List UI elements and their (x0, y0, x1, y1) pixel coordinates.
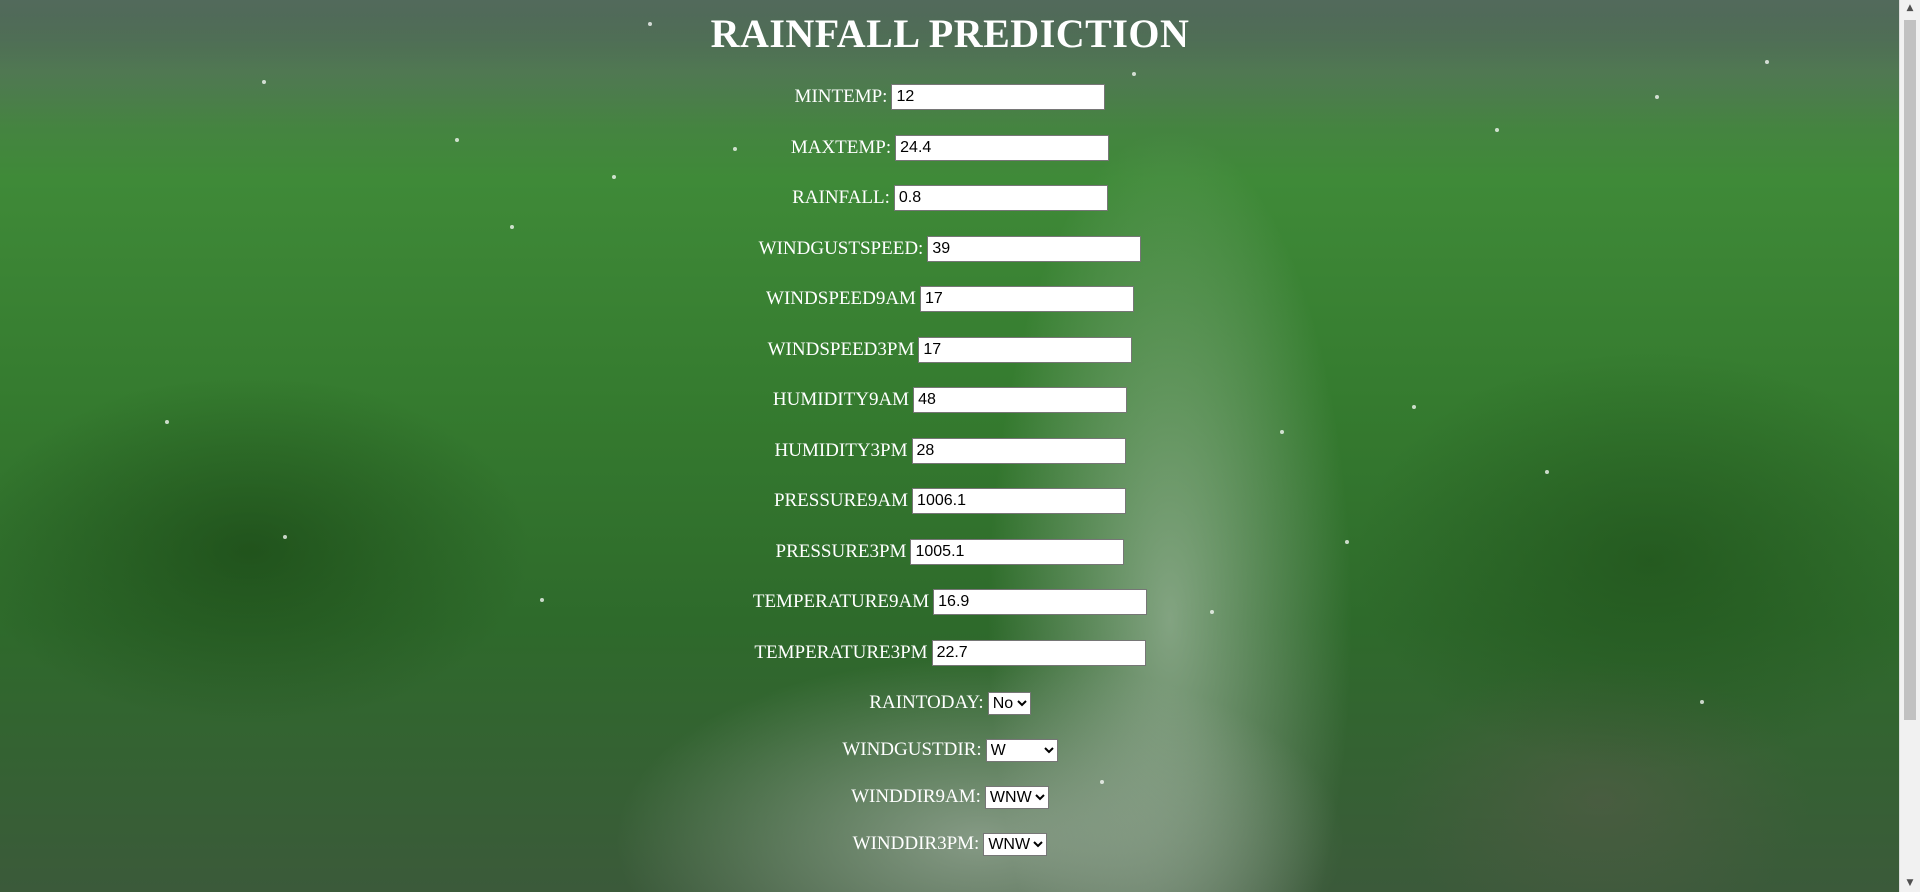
maxtemp-label: MAXTEMP: (790, 136, 892, 158)
maxtemp-input[interactable] (895, 134, 1110, 161)
scroll-up-icon[interactable]: ▲ (1900, 0, 1920, 17)
windspeed9am-label: WINDSPEED9AM (766, 288, 916, 309)
select-row-windgustdir: WINDGUSTDIR: W (0, 737, 1900, 784)
mintemp-input[interactable] (891, 84, 1106, 110)
winddir3pm-label: WINDDIR3PM: (852, 833, 980, 854)
humidity9am-input[interactable] (913, 387, 1128, 413)
windgustspeed-label: WINDGUSTSPEED: (758, 237, 924, 259)
rainfall-label: RAINFALL: (792, 187, 890, 208)
windgustspeed-input[interactable] (927, 235, 1142, 262)
page-content: RAINFALL PREDICTION MINTEMP: MAXTEMP: RA… (0, 0, 1900, 892)
select-row-raintoday: RAINTODAY: No (0, 690, 1900, 737)
humidity3pm-label: HUMIDITY3PM (774, 439, 908, 461)
select-row-winddir9am: WINDDIR9AM: WNW (0, 784, 1900, 831)
field-row-maxtemp: MAXTEMP: (0, 134, 1900, 186)
temperature9am-input[interactable] (933, 589, 1148, 615)
field-row-temperature3pm: TEMPERATURE3PM (0, 639, 1900, 691)
pressure9am-label: PRESSURE9AM (773, 490, 909, 511)
vertical-scrollbar[interactable]: ▲ ▼ (1899, 0, 1920, 892)
select-row-winddir3pm: WINDDIR3PM: WNW (0, 831, 1900, 878)
windspeed3pm-input[interactable] (918, 336, 1133, 363)
windgustdir-select[interactable]: W (985, 739, 1058, 762)
humidity9am-label: HUMIDITY9AM (772, 389, 910, 410)
field-row-windspeed9am: WINDSPEED9AM (0, 286, 1900, 337)
scroll-down-icon[interactable]: ▼ (1900, 875, 1920, 892)
raintoday-label: RAINTODAY: (869, 692, 984, 713)
pressure9am-input[interactable] (912, 488, 1127, 514)
rainfall-input[interactable] (893, 185, 1108, 211)
page-title: RAINFALL PREDICTION (710, 11, 1190, 56)
scrollbar-thumb[interactable] (1904, 20, 1916, 720)
field-row-temperature9am: TEMPERATURE9AM (0, 589, 1900, 640)
windgustdir-label: WINDGUSTDIR: (842, 739, 982, 760)
pressure3pm-input[interactable] (910, 538, 1125, 565)
winddir9am-label: WINDDIR9AM: (851, 786, 981, 807)
windspeed9am-input[interactable] (919, 286, 1134, 312)
field-row-pressure3pm: PRESSURE3PM (0, 538, 1900, 590)
humidity3pm-input[interactable] (911, 437, 1126, 464)
raintoday-select[interactable]: No (987, 692, 1031, 715)
field-row-windspeed3pm: WINDSPEED3PM (0, 336, 1900, 388)
temperature9am-label: TEMPERATURE9AM (752, 591, 930, 612)
winddir3pm-select[interactable]: WNW (983, 833, 1048, 856)
prediction-form: MINTEMP: MAXTEMP: RAINFALL: WINDGUSTSPEE… (0, 84, 1900, 878)
field-row-pressure9am: PRESSURE9AM (0, 488, 1900, 539)
temperature3pm-label: TEMPERATURE3PM (754, 641, 928, 663)
field-row-windgustspeed: WINDGUSTSPEED: (0, 235, 1900, 287)
mintemp-label: MINTEMP: (794, 86, 888, 107)
field-row-mintemp: MINTEMP: (0, 84, 1900, 135)
windspeed3pm-label: WINDSPEED3PM (767, 338, 915, 360)
winddir9am-select[interactable]: WNW (984, 786, 1049, 809)
field-row-humidity3pm: HUMIDITY3PM (0, 437, 1900, 489)
field-row-humidity9am: HUMIDITY9AM (0, 387, 1900, 438)
pressure3pm-label: PRESSURE3PM (775, 540, 907, 562)
field-row-rainfall: RAINFALL: (0, 185, 1900, 236)
temperature3pm-input[interactable] (931, 639, 1146, 666)
